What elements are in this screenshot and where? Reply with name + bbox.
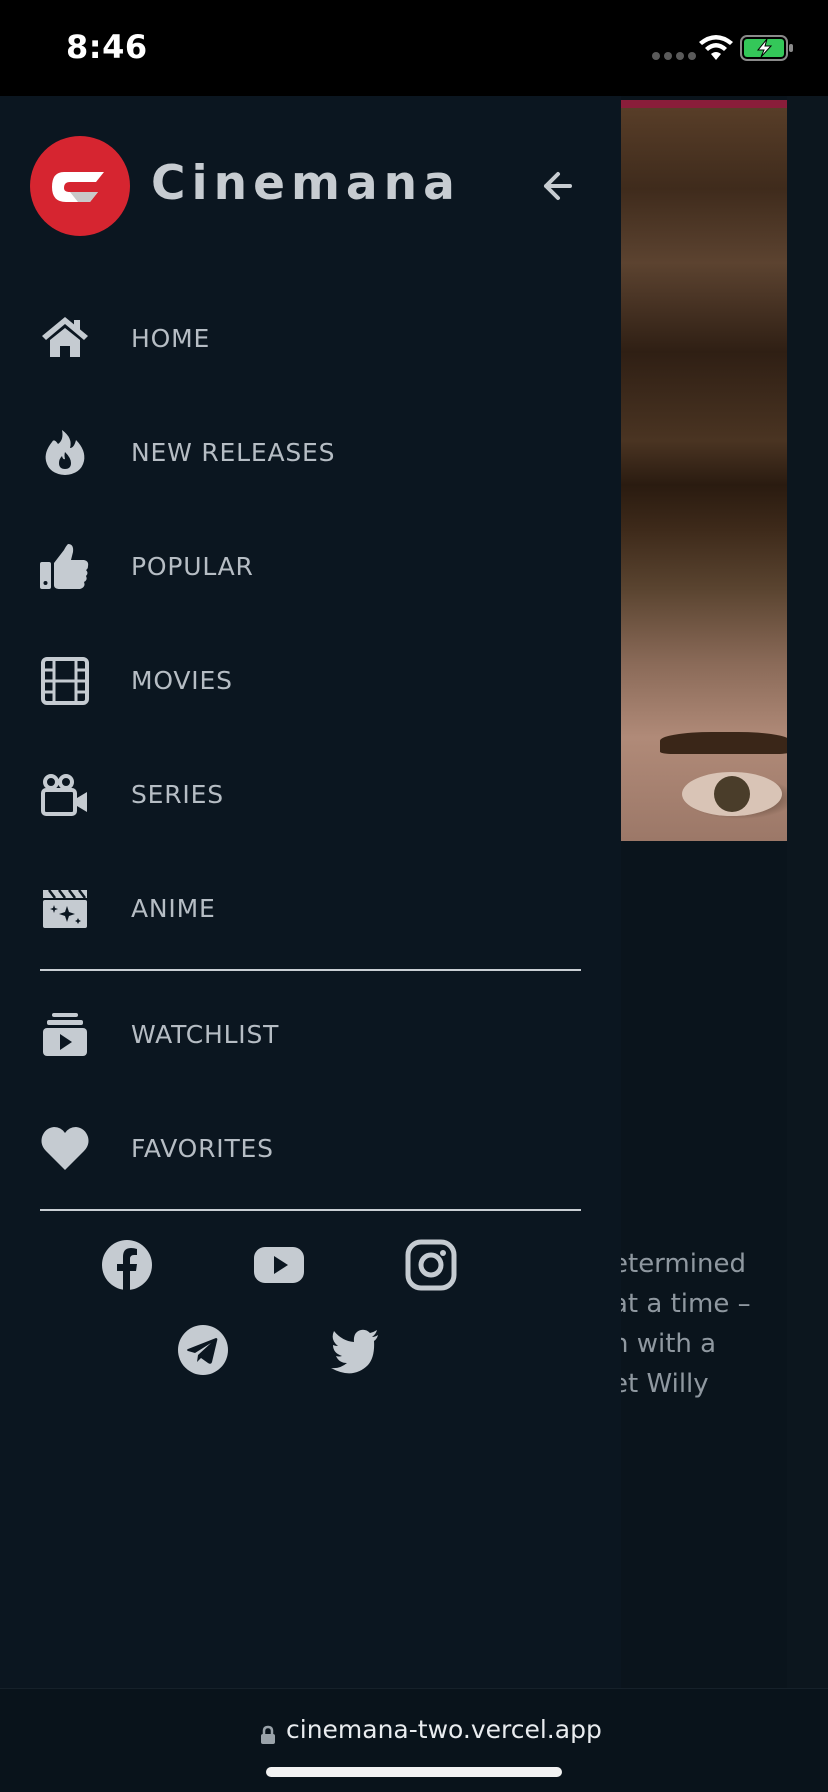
- wifi-icon: [699, 35, 733, 60]
- nav-item-label: FAVORITES: [131, 1134, 274, 1163]
- facebook-icon: [102, 1240, 152, 1291]
- brand-name: Cinemana: [151, 156, 461, 211]
- nav-item-label: WATCHLIST: [131, 1020, 280, 1049]
- featured-description: etermined at a time – n with a et Willy: [620, 1244, 828, 1404]
- navigation-drawer: Cinemana HOME NEW RELEASES POPULAR MOVIE…: [0, 96, 621, 1688]
- background-page: etermined at a time – n with a et Willy: [620, 96, 828, 1688]
- nav-item-label: POPULAR: [131, 552, 254, 581]
- nav-item-label: MOVIES: [131, 666, 233, 695]
- playlist-icon: [43, 1013, 87, 1056]
- description-line: n with a: [620, 1329, 717, 1359]
- description-line: at a time –: [620, 1289, 751, 1319]
- nav-item-watchlist[interactable]: WATCHLIST: [0, 1010, 621, 1110]
- menu-divider: [40, 1209, 581, 1211]
- nav-item-movies[interactable]: MOVIES: [0, 656, 621, 756]
- description-line: etermined: [620, 1249, 746, 1279]
- featured-poster[interactable]: [620, 100, 787, 841]
- heart-icon: [41, 1127, 89, 1170]
- nav-item-label: NEW RELEASES: [131, 438, 336, 467]
- twitter-icon: [331, 1329, 378, 1374]
- close-drawer-button[interactable]: [536, 166, 576, 206]
- url-text[interactable]: cinemana-two.vercel.app: [286, 1715, 602, 1744]
- nav-item-label: ANIME: [131, 894, 216, 923]
- nav-item-label: SERIES: [131, 780, 224, 809]
- instagram-icon: [405, 1239, 457, 1291]
- nav-item-home[interactable]: HOME: [0, 314, 621, 414]
- twitter-link[interactable]: [328, 1323, 382, 1377]
- youtube-icon: [254, 1247, 304, 1283]
- arrow-left-icon: [544, 172, 572, 200]
- youtube-link[interactable]: [252, 1238, 306, 1292]
- thumbs-up-icon: [40, 544, 89, 589]
- cinemana-logo[interactable]: [30, 136, 130, 236]
- fire-icon: [45, 430, 85, 475]
- clapperboard-sparkle-icon: [43, 889, 87, 928]
- nav-item-series[interactable]: SERIES: [0, 770, 621, 870]
- cellular-signal-icon: [652, 52, 696, 60]
- film-icon: [41, 657, 89, 705]
- home-indicator[interactable]: [266, 1767, 562, 1777]
- instagram-link[interactable]: [404, 1238, 458, 1292]
- status-bar: 8:46: [0, 0, 828, 96]
- facebook-link[interactable]: [100, 1238, 154, 1292]
- video-camera-icon: [41, 774, 87, 816]
- nav-item-new-releases[interactable]: NEW RELEASES: [0, 428, 621, 528]
- battery-charging-icon: [740, 35, 793, 61]
- lock-icon: [261, 1725, 275, 1744]
- home-icon: [42, 317, 88, 357]
- menu-divider: [40, 969, 581, 971]
- status-time: 8:46: [66, 28, 148, 66]
- telegram-link[interactable]: [176, 1323, 230, 1377]
- telegram-icon: [178, 1325, 228, 1375]
- description-line: et Willy: [620, 1369, 709, 1399]
- nav-item-label: HOME: [131, 324, 211, 353]
- browser-url-bar[interactable]: cinemana-two.vercel.app: [0, 1688, 828, 1792]
- nav-item-popular[interactable]: POPULAR: [0, 542, 621, 642]
